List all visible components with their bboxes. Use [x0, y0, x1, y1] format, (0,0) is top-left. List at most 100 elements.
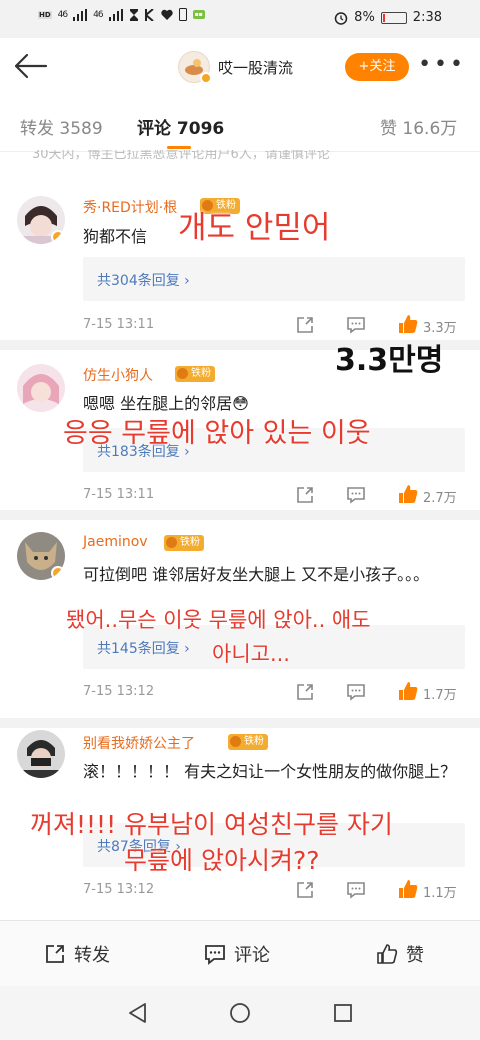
- more-options-icon[interactable]: •••: [418, 54, 466, 76]
- share-icon[interactable]: [295, 315, 315, 335]
- repost-button[interactable]: 转发: [44, 941, 110, 967]
- replies-count: 共304条回复 ›: [97, 273, 190, 289]
- author-avatar[interactable]: [178, 51, 212, 84]
- signal-4g-label: 46: [57, 9, 69, 20]
- clock-time: 2:38: [412, 10, 442, 25]
- commenter-name[interactable]: 仿生小狗人: [83, 365, 153, 385]
- verified-badge-icon: [200, 72, 212, 84]
- commenter-avatar-image: [17, 730, 65, 778]
- follow-button[interactable]: +关注: [345, 53, 409, 81]
- heart-icon: [160, 9, 173, 20]
- nav-back-icon[interactable]: [127, 1002, 149, 1024]
- comment-footer: 7-15 13:12 1.7万: [83, 680, 465, 704]
- fan-badge: 铁粉: [228, 734, 268, 750]
- fan-badge: 铁粉: [175, 366, 215, 382]
- comment-text: 滚！！！！！ 有夫之妇让一个女性朋友的做你腿上？: [83, 762, 457, 781]
- like-icon[interactable]: [397, 313, 419, 335]
- like-icon[interactable]: [397, 878, 419, 900]
- comment-button[interactable]: 评论: [204, 941, 270, 967]
- nav-recents-icon[interactable]: [332, 1002, 354, 1024]
- top-header: 哎一股清流 +关注 •••: [0, 38, 480, 96]
- repost-icon: [46, 945, 64, 963]
- overlay-translation-1: 개도 안믿어: [178, 210, 331, 246]
- divider: [0, 718, 480, 728]
- active-tab-indicator: [167, 146, 191, 149]
- replies-link[interactable]: 共304条回复 ›: [83, 257, 465, 301]
- overlay-translation-2: 응응 무릎에 앉아 있는 이웃: [63, 418, 371, 449]
- verified-badge-icon: [51, 230, 65, 244]
- commenter-avatar[interactable]: [17, 364, 65, 412]
- k-app-icon: [144, 8, 154, 21]
- status-bar-right: 8% 2:38: [334, 10, 442, 25]
- back-button[interactable]: [12, 50, 48, 82]
- overlay-translation-3b: 아니고...: [212, 642, 290, 666]
- signal-bars-icon: [73, 8, 88, 21]
- status-bar: HD 46 46 ▪▪ 8% 2:38: [0, 0, 480, 38]
- comment-time: 7-15 13:11: [83, 487, 155, 502]
- battery-icon: [380, 11, 407, 24]
- commenter-name[interactable]: Jaeminov: [83, 534, 148, 550]
- comment-icon[interactable]: [346, 315, 366, 335]
- app-chip-icon: ▪▪: [192, 10, 205, 19]
- commenter-name[interactable]: 别看我娇娇公主了: [83, 733, 195, 753]
- overlay-translation-4b: 무릎에 앉아시켜??: [124, 846, 320, 875]
- fan-badge: 铁粉: [164, 535, 204, 551]
- like-button[interactable]: 赞: [376, 941, 424, 967]
- overlay-translation-3a: 됐어..무슨 이웃 무릎에 앉아.. 애도: [66, 608, 371, 632]
- signal-4g-label-2: 46: [93, 9, 104, 20]
- commenter-avatar[interactable]: [17, 730, 65, 778]
- comment-text: 可拉倒吧 谁邻居好友坐大腿上 又不是小孩子。。。: [83, 565, 430, 584]
- comment-time: 7-15 13:12: [83, 882, 155, 897]
- like-count: 2.7万: [423, 491, 457, 506]
- share-icon[interactable]: [295, 880, 315, 900]
- author-name[interactable]: 哎一股清流: [218, 57, 293, 78]
- comment-footer: 7-15 13:11 3.3万: [83, 313, 465, 337]
- battery-percent: 8%: [354, 10, 375, 25]
- battery-fill: [382, 13, 385, 22]
- comment-icon[interactable]: [346, 485, 366, 505]
- hourglass-icon: [129, 8, 138, 21]
- nav-home-icon[interactable]: [229, 1002, 251, 1024]
- tab-comment[interactable]: 评论 7096: [137, 114, 224, 139]
- signal-bars-icon-2: [108, 8, 123, 21]
- tab-like[interactable]: 赞 16.6万: [380, 114, 457, 139]
- comment-label: 评论: [234, 945, 270, 966]
- comment-time: 7-15 13:11: [83, 317, 155, 332]
- comment-time: 7-15 13:12: [83, 684, 155, 699]
- system-nav-bar: [0, 986, 480, 1040]
- post-tabs: 转发 3589 评论 7096 赞 16.6万: [0, 96, 480, 152]
- hd-indicator: HD: [38, 10, 52, 19]
- divider: [0, 510, 480, 520]
- comment-icon[interactable]: [346, 682, 366, 702]
- commenter-name[interactable]: 秀·RED计划·根: [83, 197, 177, 217]
- like-icon[interactable]: [397, 680, 419, 702]
- arrow-left-icon: [14, 53, 48, 79]
- comment-icon: [205, 945, 225, 965]
- like-count: 1.1万: [423, 886, 457, 901]
- like-label: 赞: [406, 945, 424, 966]
- like-count: 3.3万: [423, 321, 457, 336]
- replies-count: 共145条回复 ›: [97, 641, 190, 657]
- like-icon[interactable]: [397, 483, 419, 505]
- thumbs-up-icon: [377, 944, 398, 964]
- commenter-avatar[interactable]: [17, 196, 65, 244]
- repost-label: 转发: [74, 945, 110, 966]
- like-count: 1.7万: [423, 688, 457, 703]
- tab-repost[interactable]: 转发 3589: [20, 114, 103, 139]
- share-icon[interactable]: [295, 485, 315, 505]
- status-bar-left: HD 46 46 ▪▪: [38, 8, 205, 21]
- comment-footer: 7-15 13:11 2.7万: [83, 483, 465, 507]
- overlay-translation-4a: 꺼져!!!! 유부남이 여성친구를 자기: [30, 810, 393, 839]
- comment-icon[interactable]: [346, 880, 366, 900]
- comment-footer: 7-15 13:12 1.1万: [83, 878, 465, 902]
- commenter-avatar-image: [17, 364, 65, 412]
- verified-badge-icon: [51, 566, 65, 580]
- comment-notice: 30天内，博主已拉黑恶意评论用户6人，请谨慎评论: [32, 150, 330, 162]
- comment-text: 嗯嗯 坐在腿上的邻居😳: [83, 394, 249, 413]
- overlay-like-count: 3.3만명: [335, 343, 444, 378]
- alarm-icon: [334, 11, 348, 25]
- comment-item: 秀·RED计划·根 铁粉 狗都不信 共304条回复 › 7-15 13:11 3…: [0, 180, 480, 340]
- commenter-avatar[interactable]: [17, 532, 65, 580]
- share-icon[interactable]: [295, 682, 315, 702]
- device-icon: [178, 8, 187, 21]
